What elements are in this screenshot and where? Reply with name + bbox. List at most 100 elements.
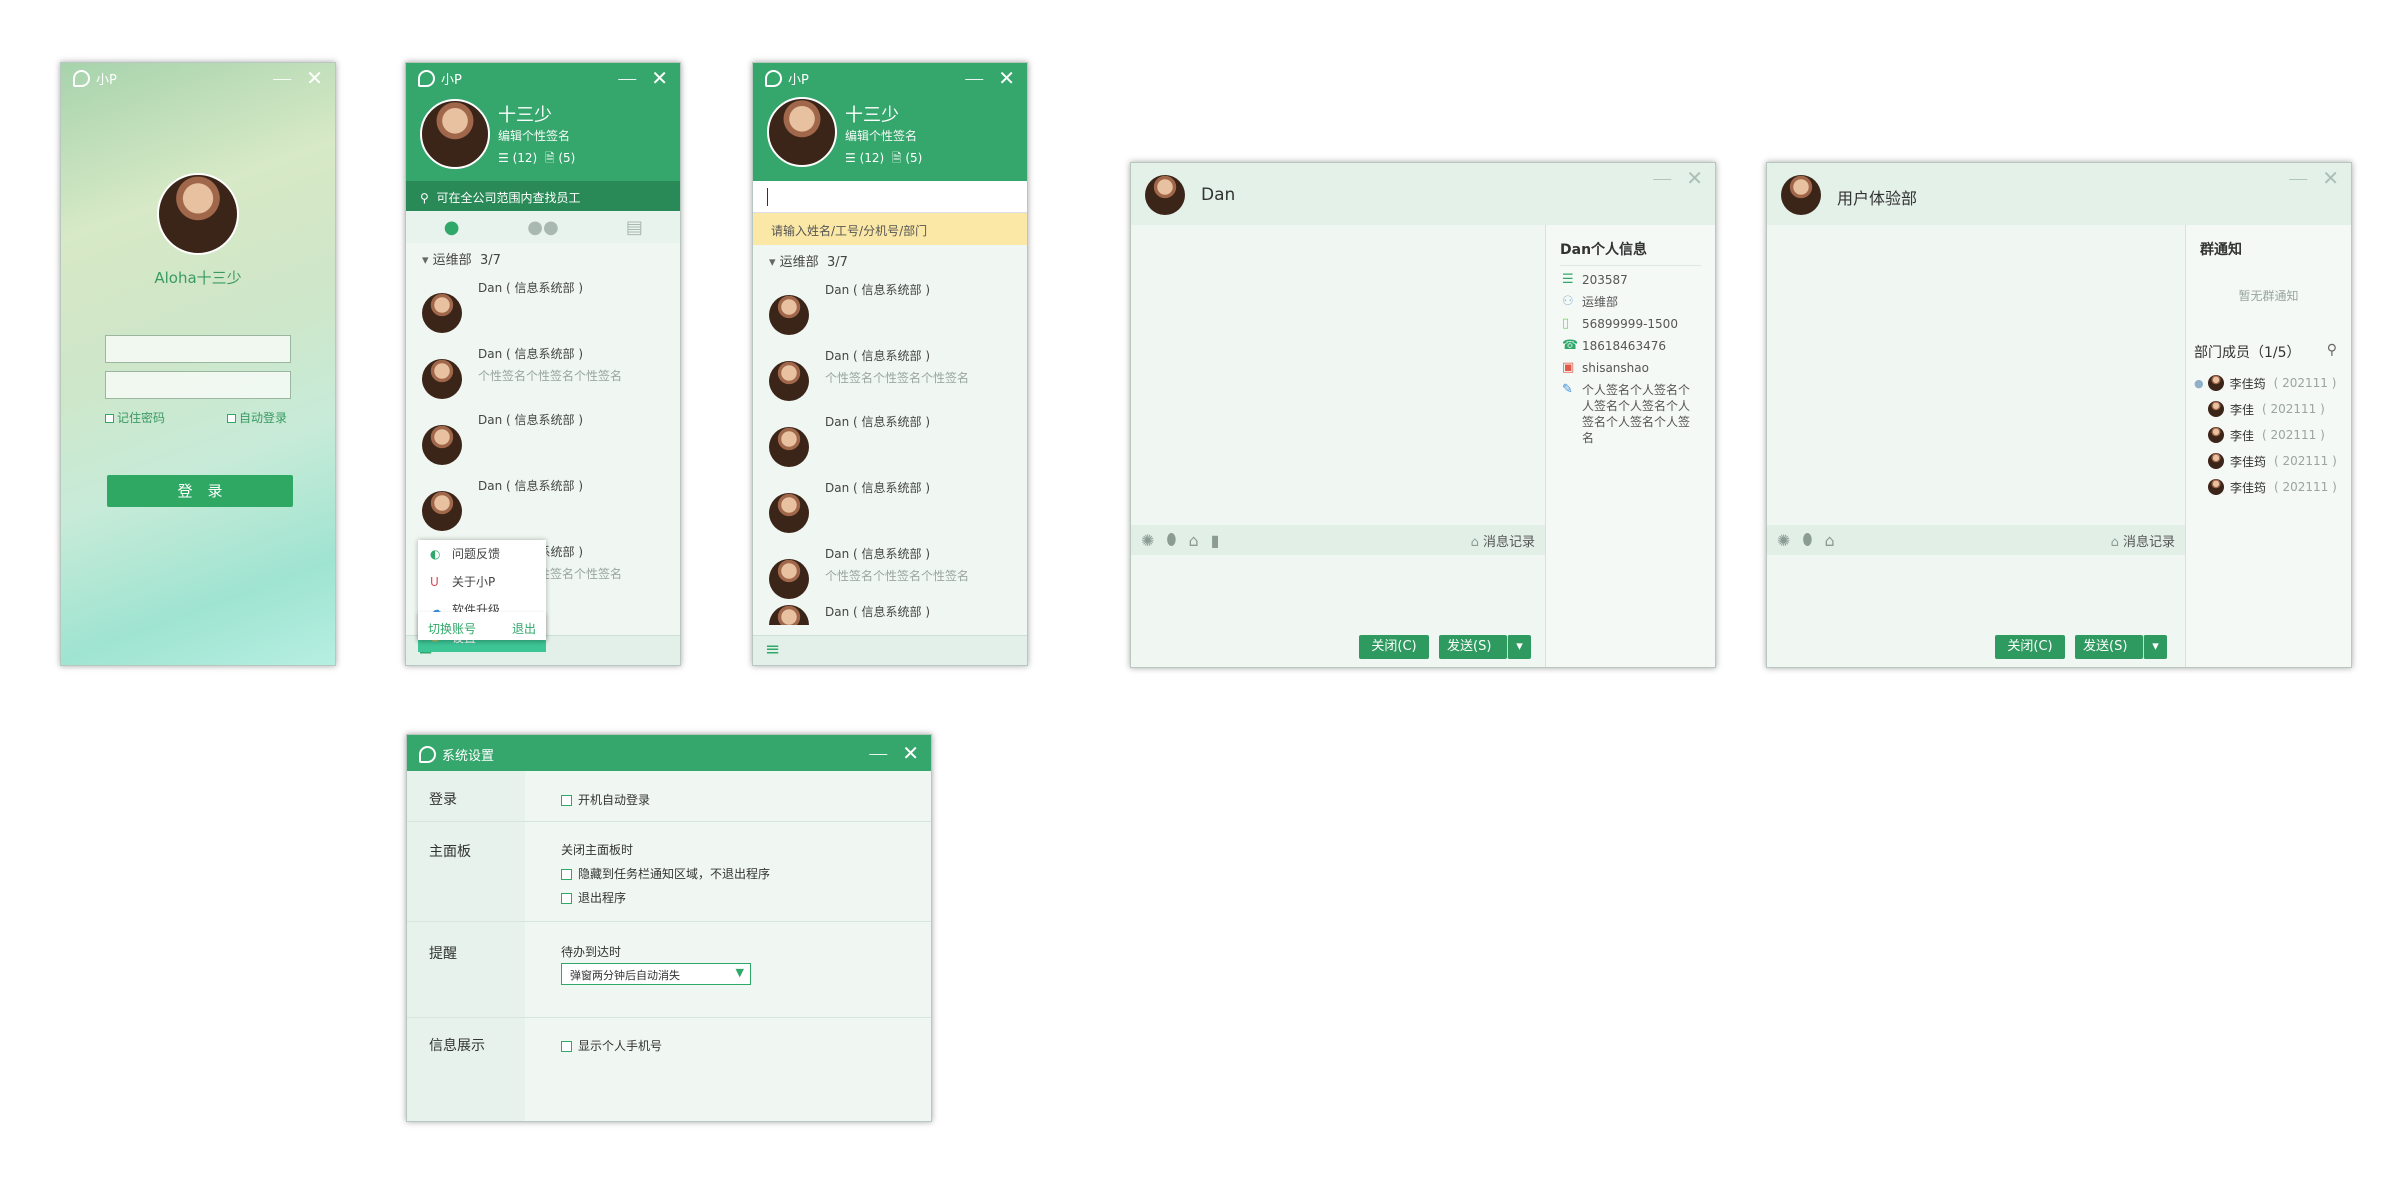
profile-counts: ☰ (12) 🗎 (5): [498, 149, 575, 170]
account-input[interactable]: [105, 335, 291, 363]
location-icon[interactable]: ⬮: [1166, 530, 1176, 550]
close-chat-button[interactable]: 关闭(C): [1995, 635, 2065, 659]
send-button[interactable]: 发送(S): [1439, 635, 1507, 659]
remember-checkbox[interactable]: 记住密码: [105, 409, 165, 426]
tab-apps[interactable]: ▤: [589, 211, 680, 243]
hide-tray-option[interactable]: 隐藏到任务栏通知区域，不退出程序: [561, 865, 770, 882]
list-item[interactable]: Dan ( 信息系统部 ) 个性签名个性签名个性签名: [753, 337, 1027, 403]
auto-login-check-box[interactable]: [227, 414, 236, 423]
nav-info[interactable]: 信息展示: [429, 1035, 485, 1055]
close-chat-button[interactable]: 关闭(C): [1359, 635, 1429, 659]
message-input[interactable]: [1767, 555, 2185, 629]
switch-account-link[interactable]: 切换账号: [428, 622, 476, 636]
show-mobile-check[interactable]: [561, 1041, 572, 1052]
member-item[interactable]: 李佳 ( 202111 ): [2186, 422, 2351, 448]
home-icon[interactable]: ⌂: [1824, 531, 1834, 550]
home-icon[interactable]: ⌂: [1188, 531, 1198, 550]
list-item[interactable]: Dan ( 信息系统部 ): [753, 469, 1027, 535]
minimize-button[interactable]: —: [1652, 166, 1672, 190]
profile-avatar[interactable]: [767, 97, 837, 167]
close-button[interactable]: ✕: [1686, 166, 1703, 190]
signature-edit[interactable]: 编辑个性签名: [498, 127, 570, 144]
contact-name: Dan ( 信息系统部 ): [478, 479, 584, 493]
menu-item-about[interactable]: U 关于小P: [418, 568, 546, 596]
profile-counts: ☰ (12) 🗎 (5): [845, 149, 922, 170]
member-item[interactable]: 李佳筠 ( 202111 ): [2186, 448, 2351, 474]
bookmark-icon[interactable]: ▮: [1211, 531, 1220, 550]
remember-check-box[interactable]: [105, 414, 114, 423]
member-item[interactable]: 李佳 ( 202111 ): [2186, 396, 2351, 422]
info-employee-id: ☰ 203587: [1562, 272, 1715, 288]
contact-name: Dan ( 信息系统部 ): [825, 547, 931, 561]
window-title: 小P: [73, 69, 117, 88]
list-item[interactable]: Dan ( 信息系统部 ) 个性签名个性签名个性签名: [753, 535, 1027, 601]
location-icon[interactable]: ⬮: [1802, 530, 1812, 550]
group-count: 3/7: [826, 255, 848, 270]
list-item[interactable]: Dan ( 信息系统部 ): [753, 601, 1027, 625]
exit-program-option[interactable]: 退出程序: [561, 889, 626, 906]
nav-remind[interactable]: 提醒: [429, 943, 457, 963]
close-button[interactable]: ✕: [651, 66, 668, 90]
signature-edit[interactable]: 编辑个性签名: [845, 127, 917, 144]
member-name: 李佳筠: [2230, 454, 2267, 469]
history-button[interactable]: ⌂ 消息记录: [1471, 531, 1535, 550]
menu-item-feedback[interactable]: ◐ 问题反馈: [418, 540, 546, 568]
tab-groups[interactable]: ●●: [497, 211, 588, 243]
logout-link[interactable]: 退出: [512, 620, 536, 637]
group-header[interactable]: 运维部 3/7: [753, 245, 1027, 271]
chat-toolbar: ✺ ⬮ ⌂ ⌂ 消息记录: [1767, 525, 2185, 555]
profile-avatar[interactable]: [420, 99, 490, 169]
login-button[interactable]: 登 录: [107, 475, 293, 507]
list-item[interactable]: Dan ( 信息系统部 ): [406, 467, 680, 533]
search-input[interactable]: [753, 181, 1027, 213]
list-item[interactable]: Dan ( 信息系统部 ) 个性签名个性签名个性签名: [406, 335, 680, 401]
minimize-button[interactable]: —: [868, 741, 888, 765]
member-name: 李佳筠: [2229, 376, 2266, 391]
gear-icon[interactable]: ✺: [1777, 531, 1790, 550]
auto-login-checkbox[interactable]: 自动登录: [227, 409, 287, 426]
member-item[interactable]: 李佳筠 ( 202111 ): [2186, 474, 2351, 500]
minimize-button[interactable]: —: [2288, 166, 2308, 190]
minimize-button[interactable]: —: [617, 66, 637, 90]
message-area[interactable]: [1767, 225, 2185, 525]
close-button[interactable]: ✕: [2322, 166, 2339, 190]
send-options-button[interactable]: ▾: [2143, 635, 2167, 659]
tab-contacts[interactable]: ●: [406, 211, 497, 243]
search-bar[interactable]: ⚲ 可在全公司范围内查找员工: [406, 181, 680, 211]
panel-close-label: 关闭主面板时: [561, 843, 634, 857]
todo-select-value: 弹窗两分钟后自动消失: [570, 969, 680, 982]
close-button[interactable]: ✕: [998, 66, 1015, 90]
send-options-button[interactable]: ▾: [1507, 635, 1531, 659]
main-menu-icon[interactable]: ≡: [765, 639, 780, 660]
hide-tray-check[interactable]: [561, 869, 572, 880]
list-icon: ☰: [845, 151, 856, 165]
window-controls: — ✕: [1652, 166, 1703, 190]
show-mobile-option[interactable]: 显示个人手机号: [561, 1037, 662, 1054]
auto-login-check[interactable]: [561, 795, 572, 806]
todo-select[interactable]: 弹窗两分钟后自动消失 ▼: [561, 963, 751, 985]
send-button[interactable]: 发送(S): [2075, 635, 2143, 659]
auto-login-option[interactable]: 开机自动登录: [561, 791, 650, 808]
auto-login-label: 自动登录: [239, 411, 288, 425]
history-button[interactable]: ⌂ 消息记录: [2111, 531, 2175, 550]
gear-icon[interactable]: ✺: [1141, 531, 1154, 550]
password-input[interactable]: [105, 371, 291, 399]
group-header[interactable]: 运维部 3/7: [406, 243, 680, 269]
message-area[interactable]: [1131, 225, 1545, 525]
minimize-button[interactable]: —: [272, 66, 292, 90]
nav-login[interactable]: 登录: [429, 789, 457, 809]
minimize-button[interactable]: —: [964, 66, 984, 90]
list-icon: ☰: [498, 151, 509, 165]
close-button[interactable]: ✕: [306, 66, 323, 90]
list-item[interactable]: Dan ( 信息系统部 ): [406, 269, 680, 335]
close-button[interactable]: ✕: [902, 741, 919, 765]
list-item[interactable]: Dan ( 信息系统部 ): [753, 271, 1027, 337]
message-input[interactable]: [1131, 555, 1545, 629]
member-item[interactable]: ● 李佳筠 ( 202111 ): [2186, 370, 2351, 396]
nav-panel[interactable]: 主面板: [429, 841, 471, 861]
list-item[interactable]: Dan ( 信息系统部 ): [406, 401, 680, 467]
app-name: 小P: [441, 73, 462, 88]
exit-program-check[interactable]: [561, 893, 572, 904]
search-icon[interactable]: ⚲: [2327, 342, 2337, 362]
list-item[interactable]: Dan ( 信息系统部 ): [753, 403, 1027, 469]
